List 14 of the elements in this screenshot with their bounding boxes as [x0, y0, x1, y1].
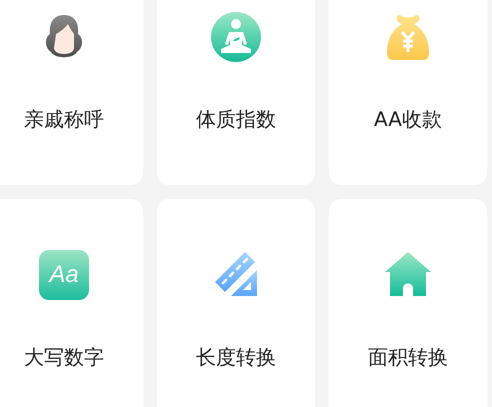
- tool-card[interactable]: 面积转换: [329, 199, 487, 407]
- tool-label: 体质指数: [196, 106, 276, 133]
- tool-card[interactable]: 亲戚称呼: [0, 0, 143, 185]
- tool-card[interactable]: Aa 大写数字: [0, 199, 143, 407]
- tool-label: AA收款: [374, 106, 442, 133]
- tool-card[interactable]: AA收款: [329, 0, 487, 185]
- tool-label: 亲戚称呼: [24, 106, 104, 133]
- meditation-icon: [211, 12, 261, 62]
- tool-label: 面积转换: [368, 344, 448, 371]
- letters-icon: Aa: [39, 250, 89, 300]
- tool-label: 大写数字: [24, 344, 104, 371]
- tool-card[interactable]: 体质指数: [157, 0, 315, 185]
- tool-card[interactable]: 长度转换: [157, 199, 315, 407]
- tool-label: 长度转换: [196, 344, 276, 371]
